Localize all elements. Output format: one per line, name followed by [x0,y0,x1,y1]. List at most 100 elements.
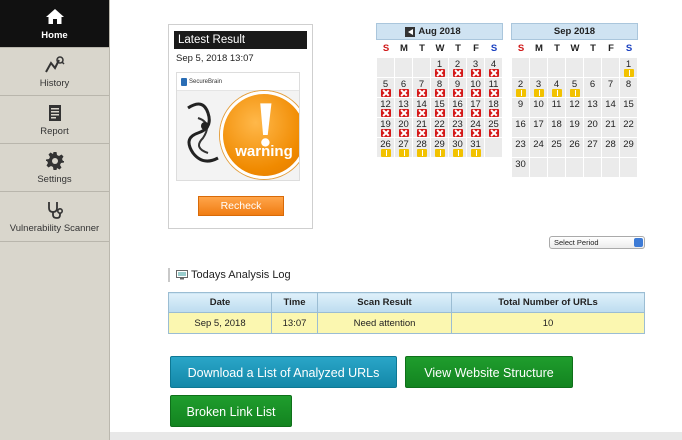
calendar-day[interactable]: 3 [467,58,485,78]
sidebar-item-report[interactable]: Report [0,96,109,144]
calendar-day[interactable]: 29 [431,138,449,158]
weekday-label: F [608,43,614,54]
calendar-day[interactable]: 4 [548,78,566,98]
calendar-sep-2018: Sep 2018 S M T W T F S 1 2 3 4 5 6 7 8 9 10 11 12 13 14 15 16 17… [511,23,638,178]
calendar-day[interactable]: 5 [377,78,395,98]
report-icon [48,104,61,121]
calendar-day[interactable]: 1 [620,58,638,78]
calendar-day[interactable]: 4 [485,58,503,78]
calendar-day[interactable]: 19 [377,118,395,138]
calendar-day[interactable]: 13 [395,98,413,118]
calendar-day[interactable]: 6 [395,78,413,98]
sidebar-item-home[interactable]: Home [0,0,109,48]
calendar-day[interactable]: 31 [467,138,485,158]
calendar-day[interactable]: 1 [431,58,449,78]
calendar-day[interactable]: 13 [584,98,602,118]
caution-icon [516,89,526,97]
recheck-button[interactable]: Recheck [198,196,284,216]
calendar-day[interactable]: 12 [377,98,395,118]
calendar-day[interactable]: 22 [431,118,449,138]
home-icon [45,8,64,24]
calendar-day[interactable]: 2 [512,78,530,98]
calendar-day[interactable]: 28 [602,138,620,158]
caution-icon [453,149,463,157]
calendar-day[interactable]: 10 [467,78,485,98]
day-number: 22 [623,119,634,130]
calendar-day[interactable]: 29 [620,138,638,158]
calendar-day[interactable]: 14 [413,98,431,118]
calendar-day[interactable]: 8 [431,78,449,98]
calendar-day[interactable]: 20 [584,118,602,138]
calendar-day[interactable]: 16 [449,98,467,118]
calendar-day[interactable]: 3 [530,78,548,98]
calendar-day[interactable]: 26 [566,138,584,158]
calendar-day[interactable]: 23 [449,118,467,138]
error-x-icon [435,69,445,77]
calendar-day[interactable]: 24 [530,138,548,158]
calendar-day-empty [602,158,620,178]
sidebar-item-vulnerability-scanner[interactable]: Vulnerability Scanner [0,192,109,242]
calendar-day[interactable]: 25 [485,118,503,138]
day-number: 24 [533,139,544,150]
page-footer-strip [110,432,682,440]
calendar-day[interactable]: 15 [620,98,638,118]
calendar-day[interactable]: 8 [620,78,638,98]
calendar-day[interactable]: 26 [377,138,395,158]
calendar-day[interactable]: 7 [602,78,620,98]
calendar-day[interactable]: 27 [395,138,413,158]
calendar-day-empty [377,58,395,78]
calendar-day[interactable]: 18 [548,118,566,138]
calendar-day[interactable]: 24 [467,118,485,138]
analysis-log-heading: Todays Analysis Log [168,268,291,282]
weekday-label: M [400,43,408,54]
error-x-icon [453,89,463,97]
calendar-day[interactable]: 11 [548,98,566,118]
error-x-icon [399,89,409,97]
calendar-day[interactable]: 22 [620,118,638,138]
calendar-day[interactable]: 7 [413,78,431,98]
calendar-day[interactable]: 18 [485,98,503,118]
calendar-day[interactable]: 25 [548,138,566,158]
calendar-day[interactable]: 12 [566,98,584,118]
caution-icon [534,89,544,97]
sidebar-item-history[interactable]: History [0,48,109,96]
day-number: 7 [607,79,614,90]
view-website-structure-button[interactable]: View Website Structure [405,356,573,388]
sidebar-item-settings[interactable]: Settings [0,144,109,192]
calendar-day[interactable]: 6 [584,78,602,98]
latest-result-card: Latest Result Sep 5, 2018 13:07 SecureBr… [168,24,313,229]
error-x-icon [417,129,427,137]
select-period-dropdown[interactable]: Select Period [549,236,645,249]
calendar-day[interactable]: 20 [395,118,413,138]
prev-month-arrow-icon[interactable] [405,27,415,37]
calendar-day[interactable]: 10 [530,98,548,118]
calendar-day[interactable]: 21 [413,118,431,138]
calendar-day[interactable]: 9 [512,98,530,118]
calendar-day[interactable]: 21 [602,118,620,138]
calendar-day[interactable]: 23 [512,138,530,158]
day-number: 30 [515,159,526,170]
calendar-day[interactable]: 5 [566,78,584,98]
weekday-label: M [535,43,543,54]
calendar-day[interactable]: 17 [467,98,485,118]
day-number: 29 [623,139,634,150]
calendar-day[interactable]: 9 [449,78,467,98]
broken-link-list-button[interactable]: Broken Link List [170,395,292,427]
calendar-day-empty [548,58,566,78]
calendar-day[interactable]: 15 [431,98,449,118]
day-number: 11 [551,99,562,110]
weekday-label: T [455,43,461,54]
column-header-time: Time [271,292,318,313]
calendar-day[interactable]: 19 [566,118,584,138]
calendar-day[interactable]: 14 [602,98,620,118]
calendar-day[interactable]: 27 [584,138,602,158]
calendar-day[interactable]: 11 [485,78,503,98]
calendar-day[interactable]: 28 [413,138,431,158]
calendar-day[interactable]: 16 [512,118,530,138]
calendar-day[interactable]: 30 [512,158,530,178]
site-thumbnail[interactable]: SecureBrain warning [176,72,300,181]
calendar-day[interactable]: 17 [530,118,548,138]
calendar-day[interactable]: 2 [449,58,467,78]
calendar-day[interactable]: 30 [449,138,467,158]
download-analyzed-urls-button[interactable]: Download a List of Analyzed URLs [170,356,397,388]
